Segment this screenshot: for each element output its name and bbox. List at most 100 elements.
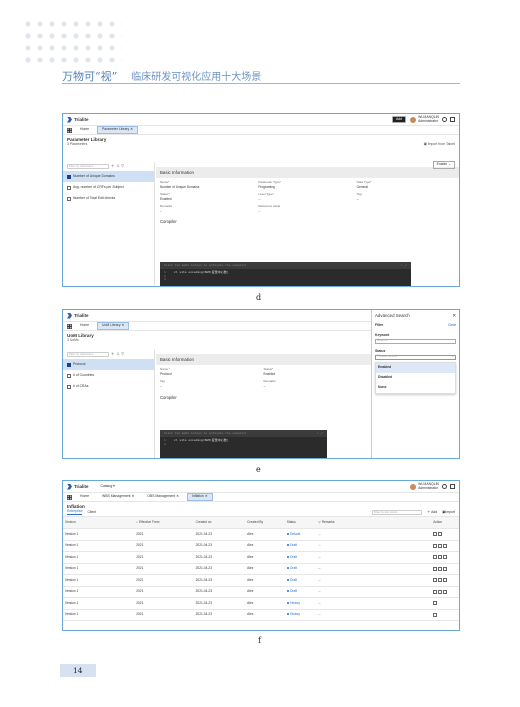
list-item[interactable]: # of Countries <box>63 370 154 381</box>
option-disabled[interactable]: Disabled <box>376 373 455 383</box>
table-row[interactable]: Version 1 2021 2021-04-23 Alex Default -- <box>63 528 459 541</box>
option-none[interactable]: None <box>376 383 455 393</box>
code-editor[interactable]: Click the Edit button to activate the co… <box>160 430 327 458</box>
delete-icon[interactable] <box>443 589 448 594</box>
list-item[interactable]: Avg. number of CRFs per Subject <box>63 182 154 193</box>
delete-icon[interactable] <box>443 543 448 548</box>
view-icon[interactable] <box>433 566 438 571</box>
tab-wbs-management[interactable]: WBS Management ✕ <box>97 493 139 501</box>
table-row[interactable]: Version 1 2021 2021-04-23 Alex Draft -- <box>63 540 459 553</box>
delete-icon[interactable] <box>443 566 448 571</box>
row-actions <box>431 574 459 587</box>
copy-icon[interactable] <box>438 555 443 560</box>
list-item[interactable]: # of CRAs <box>63 381 154 392</box>
field: Reference value -- <box>258 204 281 213</box>
tab-uom-library[interactable]: UoM Library ✕ <box>97 322 130 330</box>
compiler-label: Compiler <box>160 395 177 401</box>
theme-icon[interactable]: ☾ ⤢ <box>401 264 407 267</box>
logout-icon[interactable] <box>450 117 455 122</box>
view-icon[interactable] <box>433 578 438 583</box>
user-role: Administrator <box>418 485 439 490</box>
logout-icon[interactable] <box>450 484 455 489</box>
advanced-search-title: Advanced Search <box>375 313 410 318</box>
apps-grid-icon[interactable] <box>67 494 72 500</box>
copy-icon[interactable] <box>438 566 443 571</box>
list-item[interactable]: Protocol <box>63 359 154 370</box>
add-icon[interactable]: ＋ <box>111 164 114 169</box>
filter-icon[interactable]: ▽ <box>121 164 124 169</box>
field: Tag -- <box>160 379 165 388</box>
checkbox[interactable] <box>67 373 71 378</box>
status-select[interactable]: Enable ⌄ <box>432 161 455 169</box>
copy-icon[interactable] <box>438 578 443 583</box>
table-row[interactable]: Version 1 2021 2021-04-23 Alex Draft -- <box>63 574 459 587</box>
subtab-enterprise[interactable]: Enterprise <box>67 509 83 516</box>
catalog-menu[interactable]: Catalog ▾ <box>101 484 115 489</box>
field: Parameter Type* Programing <box>258 180 281 189</box>
view-icon[interactable] <box>433 555 438 560</box>
view-icon[interactable] <box>433 612 438 617</box>
apps-grid-icon[interactable] <box>67 127 72 133</box>
checkbox[interactable] <box>67 196 71 201</box>
field: Status* Enabled <box>263 367 276 376</box>
user-role: Administrator <box>418 118 439 123</box>
view-icon[interactable] <box>433 601 438 606</box>
view-icon[interactable] <box>433 589 438 594</box>
delete-icon[interactable] <box>443 578 448 583</box>
view-icon[interactable] <box>433 532 438 537</box>
table-row[interactable]: Version 1 2021 2021-04-23 Alex Draft -- <box>63 551 459 564</box>
status-select[interactable]: Please select ⌄ <box>375 354 456 360</box>
section-basic-information: Basic Information <box>156 167 459 179</box>
theme-icon[interactable]: ☾ ⤢ <box>317 432 323 435</box>
tab-inflation[interactable]: Inflation ✕ <box>187 493 213 501</box>
table-row[interactable]: Version 1 2021 2021-04-23 Alex Draft -- <box>63 563 459 576</box>
table-row[interactable]: Version 1 2021 2021-04-23 Alex Draft -- <box>63 586 459 599</box>
table-row[interactable]: Version 1 2021 2021-04-23 Alex History -- <box>63 597 459 610</box>
tab-home[interactable]: Home <box>75 126 94 134</box>
apps-grid-icon[interactable] <box>67 323 72 329</box>
export-icon[interactable]: ⇩ <box>116 352 119 357</box>
checkbox[interactable] <box>67 185 71 190</box>
add-button[interactable]: ＋ Add <box>427 510 437 515</box>
tab-home[interactable]: Home <box>75 322 94 330</box>
row-actions <box>431 609 459 622</box>
help-icon[interactable] <box>442 484 447 489</box>
option-enabled[interactable]: Enabled <box>376 362 455 373</box>
close-icon[interactable]: ✕ <box>452 313 456 318</box>
clear-link[interactable]: Clear <box>448 323 456 328</box>
copy-icon[interactable] <box>438 532 443 537</box>
list-item[interactable]: Number of Total Edit checks <box>63 193 154 204</box>
brand-logo: Trialite <box>67 312 89 319</box>
copy-icon[interactable] <box>438 543 443 548</box>
search-input[interactable]: Filter by code/name <box>67 164 109 169</box>
tab-parameter-library[interactable]: Parameter Library ✕ <box>97 126 138 134</box>
tab-obs-management[interactable]: OBS Management ✕ <box>142 493 184 501</box>
search-input[interactable]: Filter by code/name <box>67 352 109 357</box>
user-menu[interactable]: WUJIANQLIN Administrator <box>410 482 439 491</box>
view-icon[interactable] <box>433 543 438 548</box>
subtab-bar: Enterprise Client Filter by key words ＋ … <box>63 509 459 518</box>
checkbox[interactable] <box>67 384 71 389</box>
import-button[interactable]: ▣Import <box>442 510 455 515</box>
code-editor[interactable]: Click the Edit button to activate the co… <box>160 262 411 286</box>
row-actions <box>431 540 459 553</box>
table-row[interactable]: Version 1 2021 2021-04-23 Alex History -- <box>63 609 459 622</box>
logo-icon <box>67 483 72 490</box>
import-button[interactable]: ▣ Import from Tainet <box>424 142 455 147</box>
add-button[interactable]: Add <box>392 115 407 124</box>
help-icon[interactable] <box>442 117 447 122</box>
export-icon[interactable]: ⇩ <box>116 164 119 169</box>
list-item[interactable]: Number of Unique Domains <box>63 171 154 182</box>
user-menu[interactable]: WUJIANQLIN Administrator <box>410 115 439 124</box>
checkbox[interactable] <box>67 362 71 367</box>
logo-icon <box>67 116 72 123</box>
keyword-input[interactable]: Search <box>375 338 456 344</box>
checkbox[interactable] <box>67 174 71 179</box>
tab-home[interactable]: Home <box>75 493 94 501</box>
subtab-client[interactable]: Client <box>87 510 96 515</box>
search-input[interactable]: Filter by key words <box>371 510 422 516</box>
filter-icon[interactable]: ▽ <box>121 352 124 357</box>
delete-icon[interactable] <box>443 555 448 560</box>
add-icon[interactable]: ＋ <box>111 352 114 357</box>
copy-icon[interactable] <box>438 589 443 594</box>
